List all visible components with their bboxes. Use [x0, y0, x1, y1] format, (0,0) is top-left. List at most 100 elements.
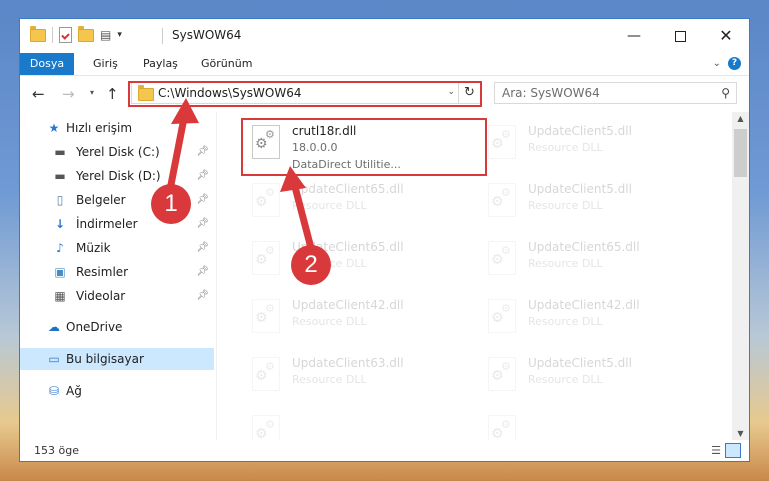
step-badge-1: 1	[151, 184, 191, 224]
search-placeholder: Ara: SysWOW64	[502, 86, 600, 100]
search-icon[interactable]: ⚲	[721, 86, 730, 100]
dll-file-icon: ⚙ ⚙	[252, 357, 280, 391]
step-badge-2: 2	[291, 245, 331, 285]
file-item[interactable]: ⚙ ⚙ UpdateClient5.dll Resource DLL	[480, 118, 710, 176]
sidebar-item-videos[interactable]: ▦ Videolar 📌︎	[20, 285, 214, 307]
file-description: Resource DLL	[528, 315, 603, 328]
pin-icon: 📌︎	[196, 290, 209, 301]
sidebar-item-label: Ağ	[66, 384, 82, 398]
file-name: UpdateClient42.dll	[528, 298, 640, 312]
dll-file-icon: ⚙ ⚙	[488, 125, 516, 159]
sidebar-item-local-disk-c[interactable]: ▬ Yerel Disk (C:) 📌︎	[20, 141, 214, 163]
chevron-down-icon[interactable]: ▾	[117, 30, 122, 40]
sidebar-item-this-pc[interactable]: ▭ Bu bilgisayar	[20, 348, 214, 370]
dll-file-icon: ⚙ ⚙	[252, 125, 280, 159]
sidebar-item-network[interactable]: ⛁ Ağ	[20, 380, 214, 402]
forward-arrow-icon[interactable]: →	[62, 85, 75, 103]
pictures-icon: ▣	[54, 265, 66, 279]
up-arrow-icon[interactable]: ↑	[106, 85, 119, 103]
dll-file-icon: ⚙ ⚙	[488, 183, 516, 217]
pin-icon: 📌︎	[196, 170, 209, 181]
tiles-view-icon[interactable]	[725, 443, 741, 458]
file-item[interactable]: ⚙⚙ UpdateClient65.dll Resource DLL	[480, 234, 710, 292]
new-folder-icon[interactable]	[78, 25, 94, 42]
file-item[interactable]: ⚙ ⚙ UpdateClient5.dll Resource DLL	[480, 350, 710, 408]
back-arrow-icon[interactable]: ←	[32, 85, 45, 103]
item-count: 153 öge	[34, 444, 79, 457]
sidebar-item-label: Videolar	[76, 289, 126, 303]
view-options-icon[interactable]: ▤	[100, 28, 111, 42]
cloud-icon: ☁	[48, 320, 60, 334]
properties-icon[interactable]	[59, 27, 72, 43]
file-name: UpdateClient5.dll	[528, 356, 632, 370]
computer-icon: ▭	[48, 352, 60, 366]
refresh-icon[interactable]: ↻	[458, 83, 480, 103]
chevron-down-icon[interactable]: ⌄	[713, 58, 721, 69]
address-bar[interactable]: C:\Windows\SysWOW64 ⌄ ↻	[131, 82, 481, 104]
scroll-thumb[interactable]	[734, 129, 747, 177]
folder-icon	[30, 25, 46, 42]
tab-share[interactable]: Paylaş	[141, 53, 180, 75]
tab-home[interactable]: Giriş	[91, 53, 120, 75]
details-view-icon[interactable]: ☰	[711, 444, 721, 457]
sidebar-item-quick-access[interactable]: ★ Hızlı erişim	[20, 117, 214, 139]
quick-access-toolbar: ▤ ▾	[30, 25, 122, 43]
file-item[interactable]: ⚙ ⚙ UpdateClient63.dll Resource DLL	[244, 350, 474, 408]
dll-file-icon: ⚙ ⚙	[488, 357, 516, 391]
dll-file-icon: ⚙ ⚙	[488, 241, 516, 275]
file-name: UpdateClient5.dll	[528, 124, 632, 138]
sidebar-item-onedrive[interactable]: ☁ OneDrive	[20, 316, 214, 338]
toolbar-divider	[52, 27, 53, 43]
minimize-button[interactable]: —	[611, 19, 657, 53]
file-description: Resource DLL	[528, 141, 603, 154]
maximize-button[interactable]	[657, 19, 703, 53]
file-name: UpdateClient63.dll	[292, 356, 404, 370]
title-bar: ▤ ▾ SysWOW64 — ✕	[20, 19, 749, 53]
music-icon: ♪	[56, 241, 64, 255]
sidebar-item-music[interactable]: ♪ Müzik 📌︎	[20, 237, 214, 259]
drive-icon: ▬	[54, 169, 66, 183]
tab-view[interactable]: Görünüm	[199, 53, 254, 75]
file-name: UpdateClient65.dll	[292, 182, 404, 196]
tab-file[interactable]: Dosya	[20, 53, 74, 75]
dll-file-icon: ⚙ ⚙	[252, 183, 280, 217]
file-item-partial[interactable]: ⚙ ⚙	[244, 408, 474, 440]
search-input[interactable]: Ara: SysWOW64 ⚲	[494, 82, 737, 104]
file-item-crutl18r[interactable]: ⚙ ⚙ crutl18r.dll 18.0.0.0 DataDirect Util…	[244, 118, 474, 176]
sidebar-item-label: Yerel Disk (C:)	[76, 145, 160, 159]
file-name: UpdateClient65.dll	[528, 240, 640, 254]
address-path[interactable]: C:\Windows\SysWOW64	[158, 86, 302, 100]
dll-file-icon: ⚙ ⚙	[488, 299, 516, 333]
file-item[interactable]: ⚙⚙ UpdateClient65.dll Resource DLL	[244, 234, 474, 292]
file-item-partial[interactable]: ⚙ ⚙	[480, 408, 710, 440]
drive-icon: ▬	[54, 145, 66, 159]
scroll-down-icon[interactable]: ▼	[732, 429, 749, 438]
sidebar-item-pictures[interactable]: ▣ Resimler 📌︎	[20, 261, 214, 283]
file-description: Resource DLL	[292, 373, 367, 386]
sidebar-item-local-disk-d[interactable]: ▬ Yerel Disk (D:) 📌︎	[20, 165, 214, 187]
file-version: 18.0.0.0	[292, 141, 338, 154]
explorer-window: ▤ ▾ SysWOW64 — ✕ Dosya Giriş Paylaş Görü…	[19, 18, 750, 462]
file-item[interactable]: ⚙ ⚙ UpdateClient42.dll Resource DLL	[244, 292, 474, 350]
pin-icon: 📌︎	[196, 146, 209, 157]
file-item[interactable]: ⚙ ⚙ UpdateClient5.dll Resource DLL	[480, 176, 710, 234]
file-description: Resource DLL	[292, 315, 367, 328]
scroll-up-icon[interactable]: ▲	[732, 114, 749, 123]
close-button[interactable]: ✕	[703, 19, 749, 53]
file-item[interactable]: ⚙⚙ UpdateClient65.dll Resource DLL	[244, 176, 474, 234]
sidebar-item-label: Resimler	[76, 265, 129, 279]
status-bar: 153 öge ☰	[20, 440, 749, 462]
vertical-scrollbar[interactable]: ▲ ▼	[732, 112, 749, 440]
chevron-down-icon[interactable]: ⌄	[447, 87, 455, 97]
download-icon: ↓	[54, 217, 66, 231]
file-item[interactable]: ⚙ ⚙ UpdateClient42.dll Resource DLL	[480, 292, 710, 350]
dll-file-icon: ⚙ ⚙	[252, 241, 280, 275]
sidebar-item-label: Yerel Disk (D:)	[76, 169, 161, 183]
help-icon[interactable]: ?	[728, 57, 741, 70]
recent-locations-icon[interactable]: ▾	[90, 88, 94, 97]
sidebar-item-label: OneDrive	[66, 320, 123, 334]
ribbon: Dosya Giriş Paylaş Görünüm ⌄ ?	[20, 53, 749, 76]
file-description: DataDirect Utilitie...	[292, 158, 401, 171]
file-name: crutl18r.dll	[292, 124, 357, 138]
folder-icon	[138, 85, 154, 101]
